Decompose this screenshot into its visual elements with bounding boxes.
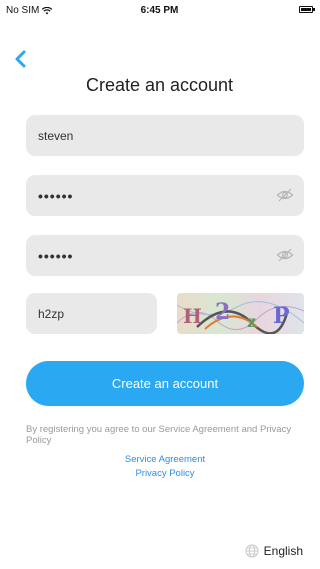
password-field[interactable]: •••••• bbox=[26, 175, 304, 216]
captcha-graphic: H 2 z P bbox=[177, 299, 304, 334]
confirm-password-value: •••••• bbox=[38, 247, 74, 264]
globe-icon bbox=[245, 544, 259, 558]
chevron-left-icon bbox=[15, 50, 26, 68]
status-bar: No SIM 6:45 PM bbox=[0, 0, 319, 20]
eye-off-icon[interactable] bbox=[276, 187, 294, 203]
privacy-policy-link[interactable]: Privacy Policy bbox=[0, 468, 320, 479]
captcha-image[interactable]: H 2 z P bbox=[177, 293, 304, 334]
status-time: 6:45 PM bbox=[140, 5, 179, 16]
language-label: English bbox=[263, 544, 303, 558]
eye-off-icon[interactable] bbox=[276, 247, 294, 263]
captcha-char: 2 bbox=[215, 299, 230, 325]
back-button[interactable] bbox=[12, 48, 32, 70]
create-account-button[interactable]: Create an account bbox=[26, 361, 304, 406]
service-agreement-link[interactable]: Service Agreement bbox=[0, 454, 320, 465]
terms-text: By registering you agree to our Service … bbox=[26, 424, 292, 446]
password-value: •••••• bbox=[38, 187, 74, 204]
captcha-value: h2zp bbox=[38, 306, 65, 321]
confirm-password-field[interactable]: •••••• bbox=[26, 235, 304, 276]
battery-icon bbox=[299, 6, 315, 13]
captcha-char: H bbox=[183, 304, 202, 328]
page-title: Create an account bbox=[85, 75, 234, 95]
captcha-field[interactable]: h2zp bbox=[26, 293, 157, 334]
captcha-char: z bbox=[247, 312, 256, 331]
language-selector[interactable]: English bbox=[245, 544, 303, 558]
captcha-char: P bbox=[273, 303, 290, 329]
username-field[interactable]: steven bbox=[26, 115, 304, 156]
username-value: steven bbox=[38, 128, 74, 143]
